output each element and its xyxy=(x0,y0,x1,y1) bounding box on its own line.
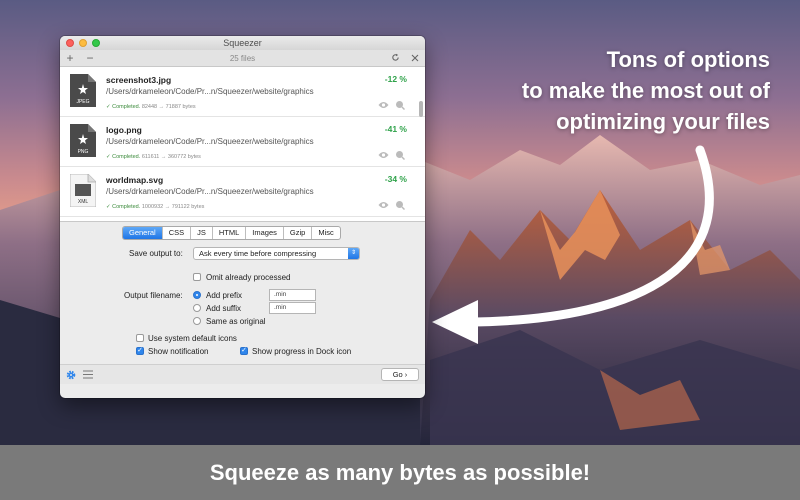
add-prefix-radio[interactable] xyxy=(193,291,201,299)
xml-file-icon: XML xyxy=(70,174,96,207)
file-status: ✓ Completed. 611611 → 360772 bytes xyxy=(106,154,201,160)
use-system-icons-checkbox[interactable] xyxy=(136,334,144,342)
tab-js[interactable]: JS xyxy=(190,227,212,239)
file-path: /Users/drkameleon/Code/Pr...n/Squeezer/w… xyxy=(106,87,314,96)
magnifier-icon[interactable] xyxy=(395,100,405,110)
file-path: /Users/drkameleon/Code/Pr...n/Squeezer/w… xyxy=(106,137,314,146)
file-list-scrollbar[interactable] xyxy=(419,101,423,117)
tab-html[interactable]: HTML xyxy=(211,227,245,239)
file-name: screenshot3.jpg xyxy=(106,75,172,85)
show-progress-dock-checkbox[interactable]: ✓ xyxy=(240,347,248,355)
tab-css[interactable]: CSS xyxy=(161,227,190,239)
omit-processed-label: Omit already processed xyxy=(206,273,291,282)
magnifier-icon[interactable] xyxy=(395,200,405,210)
file-row[interactable]: JPEG screenshot3.jpg /Users/drkameleon/C… xyxy=(60,67,425,117)
file-name: worldmap.svg xyxy=(106,175,164,185)
squeezer-window: Squeezer + − 25 files JPEG screenshot3.j… xyxy=(60,36,425,398)
file-percent: -12 % xyxy=(384,74,407,84)
close-icon[interactable] xyxy=(405,50,425,66)
tab-misc[interactable]: Misc xyxy=(311,227,339,239)
svg-text:XML: XML xyxy=(78,199,89,205)
toolbar: + − 25 files xyxy=(60,50,425,67)
file-count: 25 files xyxy=(229,53,256,63)
same-as-original-label: Same as original xyxy=(206,317,266,326)
show-notification-checkbox[interactable]: ✓ xyxy=(136,347,144,355)
file-name: logo.png xyxy=(106,125,142,135)
footer-text: Squeeze as many bytes as possible! xyxy=(209,459,591,485)
jpeg-file-icon: JPEG xyxy=(70,74,96,107)
list-icon[interactable] xyxy=(83,370,93,379)
file-bytes: 1000932 → 791122 bytes xyxy=(141,204,205,210)
png-file-icon: PNG xyxy=(70,124,96,157)
tab-general[interactable]: General xyxy=(123,227,162,239)
title-bar[interactable]: Squeezer xyxy=(60,36,425,50)
chevron-updown-icon: ⇕ xyxy=(348,248,359,259)
go-button[interactable]: Go › xyxy=(381,368,419,381)
file-list[interactable]: JPEG screenshot3.jpg /Users/drkameleon/C… xyxy=(60,67,425,222)
use-system-icons-label: Use system default icons xyxy=(148,334,237,343)
output-filename-label: Output filename: xyxy=(124,291,183,300)
eye-icon[interactable] xyxy=(378,151,389,159)
suffix-input[interactable]: .min xyxy=(269,302,316,314)
gear-icon[interactable] xyxy=(66,370,76,380)
refresh-icon[interactable] xyxy=(385,50,405,66)
settings-panel: General CSS JS HTML Images Gzip Misc Sav… xyxy=(60,222,425,397)
file-percent: -34 % xyxy=(384,174,407,184)
save-output-select[interactable]: Ask every time before compressing ⇕ xyxy=(193,247,360,260)
omit-processed-checkbox[interactable] xyxy=(193,273,201,281)
settings-tabs: General CSS JS HTML Images Gzip Misc xyxy=(122,226,341,240)
file-percent: -41 % xyxy=(384,124,407,134)
file-status: ✓ Completed. 82448 → 71887 bytes xyxy=(106,104,196,110)
add-suffix-radio[interactable] xyxy=(193,304,201,312)
svg-text:PNG: PNG xyxy=(78,149,89,155)
show-progress-dock-label: Show progress in Dock icon xyxy=(252,347,352,356)
tab-gzip[interactable]: Gzip xyxy=(282,227,311,239)
svg-text:JPEG: JPEG xyxy=(76,99,89,105)
eye-icon[interactable] xyxy=(378,201,389,209)
add-file-button[interactable]: + xyxy=(60,50,80,66)
chevron-right-icon: › xyxy=(404,370,408,379)
same-as-original-radio[interactable] xyxy=(193,317,201,325)
footer-banner: Squeeze as many bytes as possible! xyxy=(0,445,800,500)
show-notification-label: Show notification xyxy=(148,347,209,356)
add-prefix-label: Add prefix xyxy=(206,291,243,300)
remove-file-button[interactable]: − xyxy=(80,50,100,66)
file-path: /Users/drkameleon/Code/Pr...n/Squeezer/w… xyxy=(106,187,314,196)
file-row[interactable]: PNG logo.png /Users/drkameleon/Code/Pr..… xyxy=(60,117,425,167)
eye-icon[interactable] xyxy=(378,101,389,109)
magnifier-icon[interactable] xyxy=(395,150,405,160)
window-title: Squeezer xyxy=(223,38,262,48)
prefix-input[interactable]: .min xyxy=(269,289,316,301)
tab-images[interactable]: Images xyxy=(245,227,283,239)
save-output-label: Save output to: xyxy=(129,249,183,258)
bottom-bar: Go › xyxy=(60,364,425,384)
file-row[interactable]: XML worldmap.svg /Users/drkameleon/Code/… xyxy=(60,167,425,217)
file-bytes: 82448 → 71887 bytes xyxy=(141,104,196,110)
file-bytes: 611611 → 360772 bytes xyxy=(141,154,201,160)
add-suffix-label: Add suffix xyxy=(206,304,241,313)
file-status: ✓ Completed. 1000932 → 791122 bytes xyxy=(106,204,205,210)
